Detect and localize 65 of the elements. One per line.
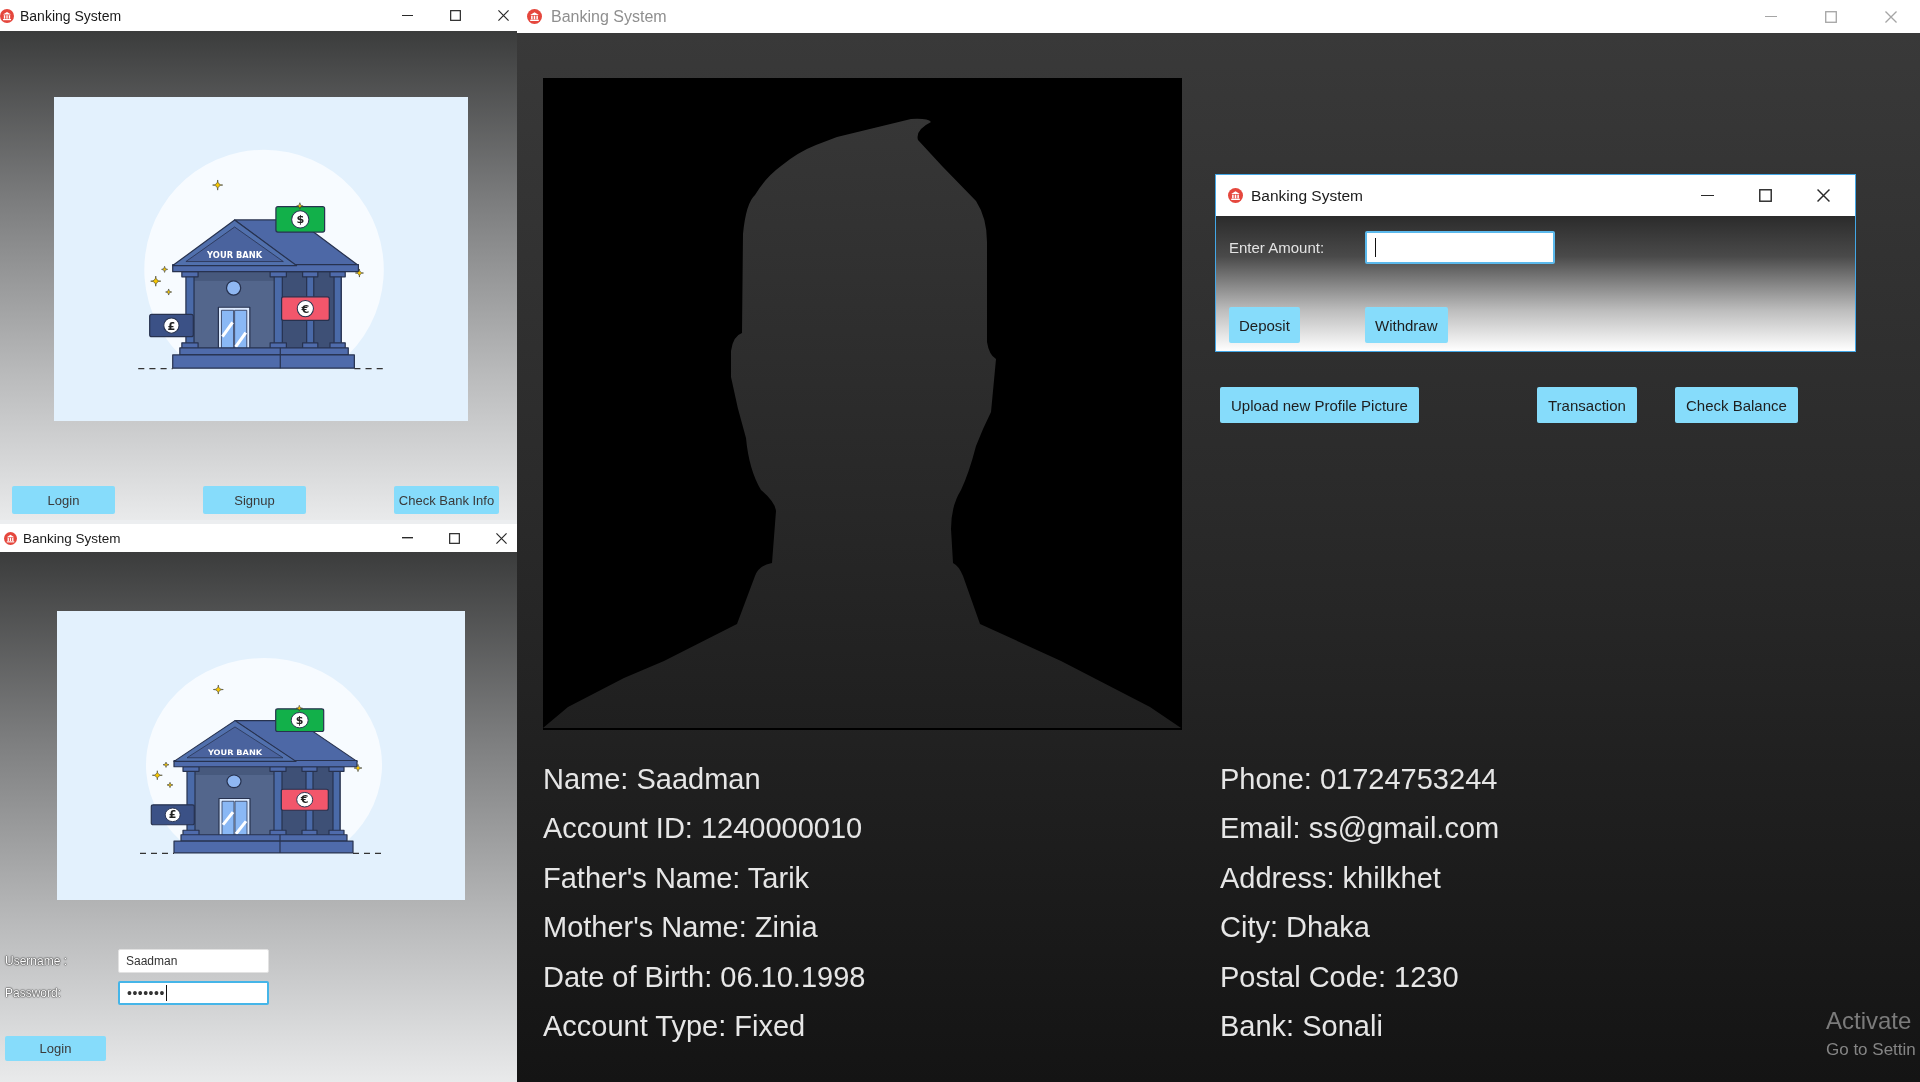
sparkle-icon [166,781,174,788]
window-title: Banking System [551,7,667,26]
sparkle-icon [213,684,224,695]
sparkle-icon [212,179,224,191]
menu-button[interactable]: Check Bank Info [394,486,499,514]
sparkle-icon [296,202,304,210]
text-cursor-icon [165,985,167,1001]
sparkle-icon [355,268,364,278]
close-icon[interactable] [1817,189,1830,202]
detail-text: Account ID: 1240000010 [543,811,863,847]
detail-text: Email: ss@gmail.com [1220,811,1500,847]
detail-text: Date of Birth: 06.10.1998 [543,959,866,995]
minimize-icon[interactable] [1701,194,1714,197]
banknote: € [281,296,330,322]
action-button[interactable]: Upload new Profile Picture [1220,387,1419,423]
field-label: Username : [5,954,68,968]
password-field[interactable]: ••••••• [118,981,269,1005]
menu-button[interactable]: Signup [203,486,306,514]
sparkle-icon [165,288,172,296]
bank-icon [1228,188,1243,203]
maximize-icon[interactable] [449,532,460,544]
sparkle-icon [161,266,168,273]
banknote: £ [149,313,194,338]
sparkle-icon [295,705,303,712]
close-icon[interactable] [498,10,509,21]
detail-text: Bank: Sonali [1220,1009,1383,1045]
bank-icon [527,9,542,24]
sparkle-icon [162,761,170,768]
detail-text: Name: Saadman [543,762,761,797]
amount-field[interactable] [1365,231,1555,264]
detail-text: Father's Name: Tarik [543,860,810,896]
activation-title: Activate [1826,1006,1912,1036]
input-field[interactable]: Saadman [118,949,269,973]
bank-icon [4,531,17,545]
sparkle-icon [353,764,363,772]
login-button[interactable]: Login [5,1036,106,1061]
sparkle-icon [150,275,162,287]
detail-text: Account Type: Fixed [543,1009,806,1045]
action-button[interactable]: Check Balance [1675,387,1798,423]
action-button[interactable]: Deposit [1229,307,1300,343]
window-title: Banking System [20,7,122,24]
banknote: € [280,788,329,811]
maximize-icon[interactable] [1759,189,1772,202]
menu-button[interactable]: Login [12,486,115,514]
sparkle-icon [152,770,163,781]
detail-text: City: Dhaka [1220,910,1370,946]
field-label: Password: [5,986,62,1000]
close-icon[interactable] [496,532,507,544]
window-title: Banking System [1251,186,1363,205]
detail-text: Phone: 01724753244 [1220,762,1498,797]
action-button[interactable]: Withdraw [1365,307,1448,343]
minimize-icon[interactable] [402,14,413,17]
banknote: $ [275,206,326,233]
activation-hint: Go to Settin [1826,1039,1916,1061]
detail-text: Mother's Name: Zinia [543,910,818,946]
text-cursor-icon [1375,238,1376,257]
detail-text: Postal Code: 1230 [1220,959,1459,995]
detail-text: Address: khilkhet [1220,860,1441,896]
maximize-icon[interactable] [450,10,461,21]
field-label: Enter Amount: [1229,239,1325,256]
action-button[interactable]: Transaction [1537,387,1637,423]
banknote: $ [275,708,325,733]
banknote: £ [150,804,195,826]
window-title: Banking System [23,530,121,546]
minimize-icon[interactable] [402,537,413,539]
